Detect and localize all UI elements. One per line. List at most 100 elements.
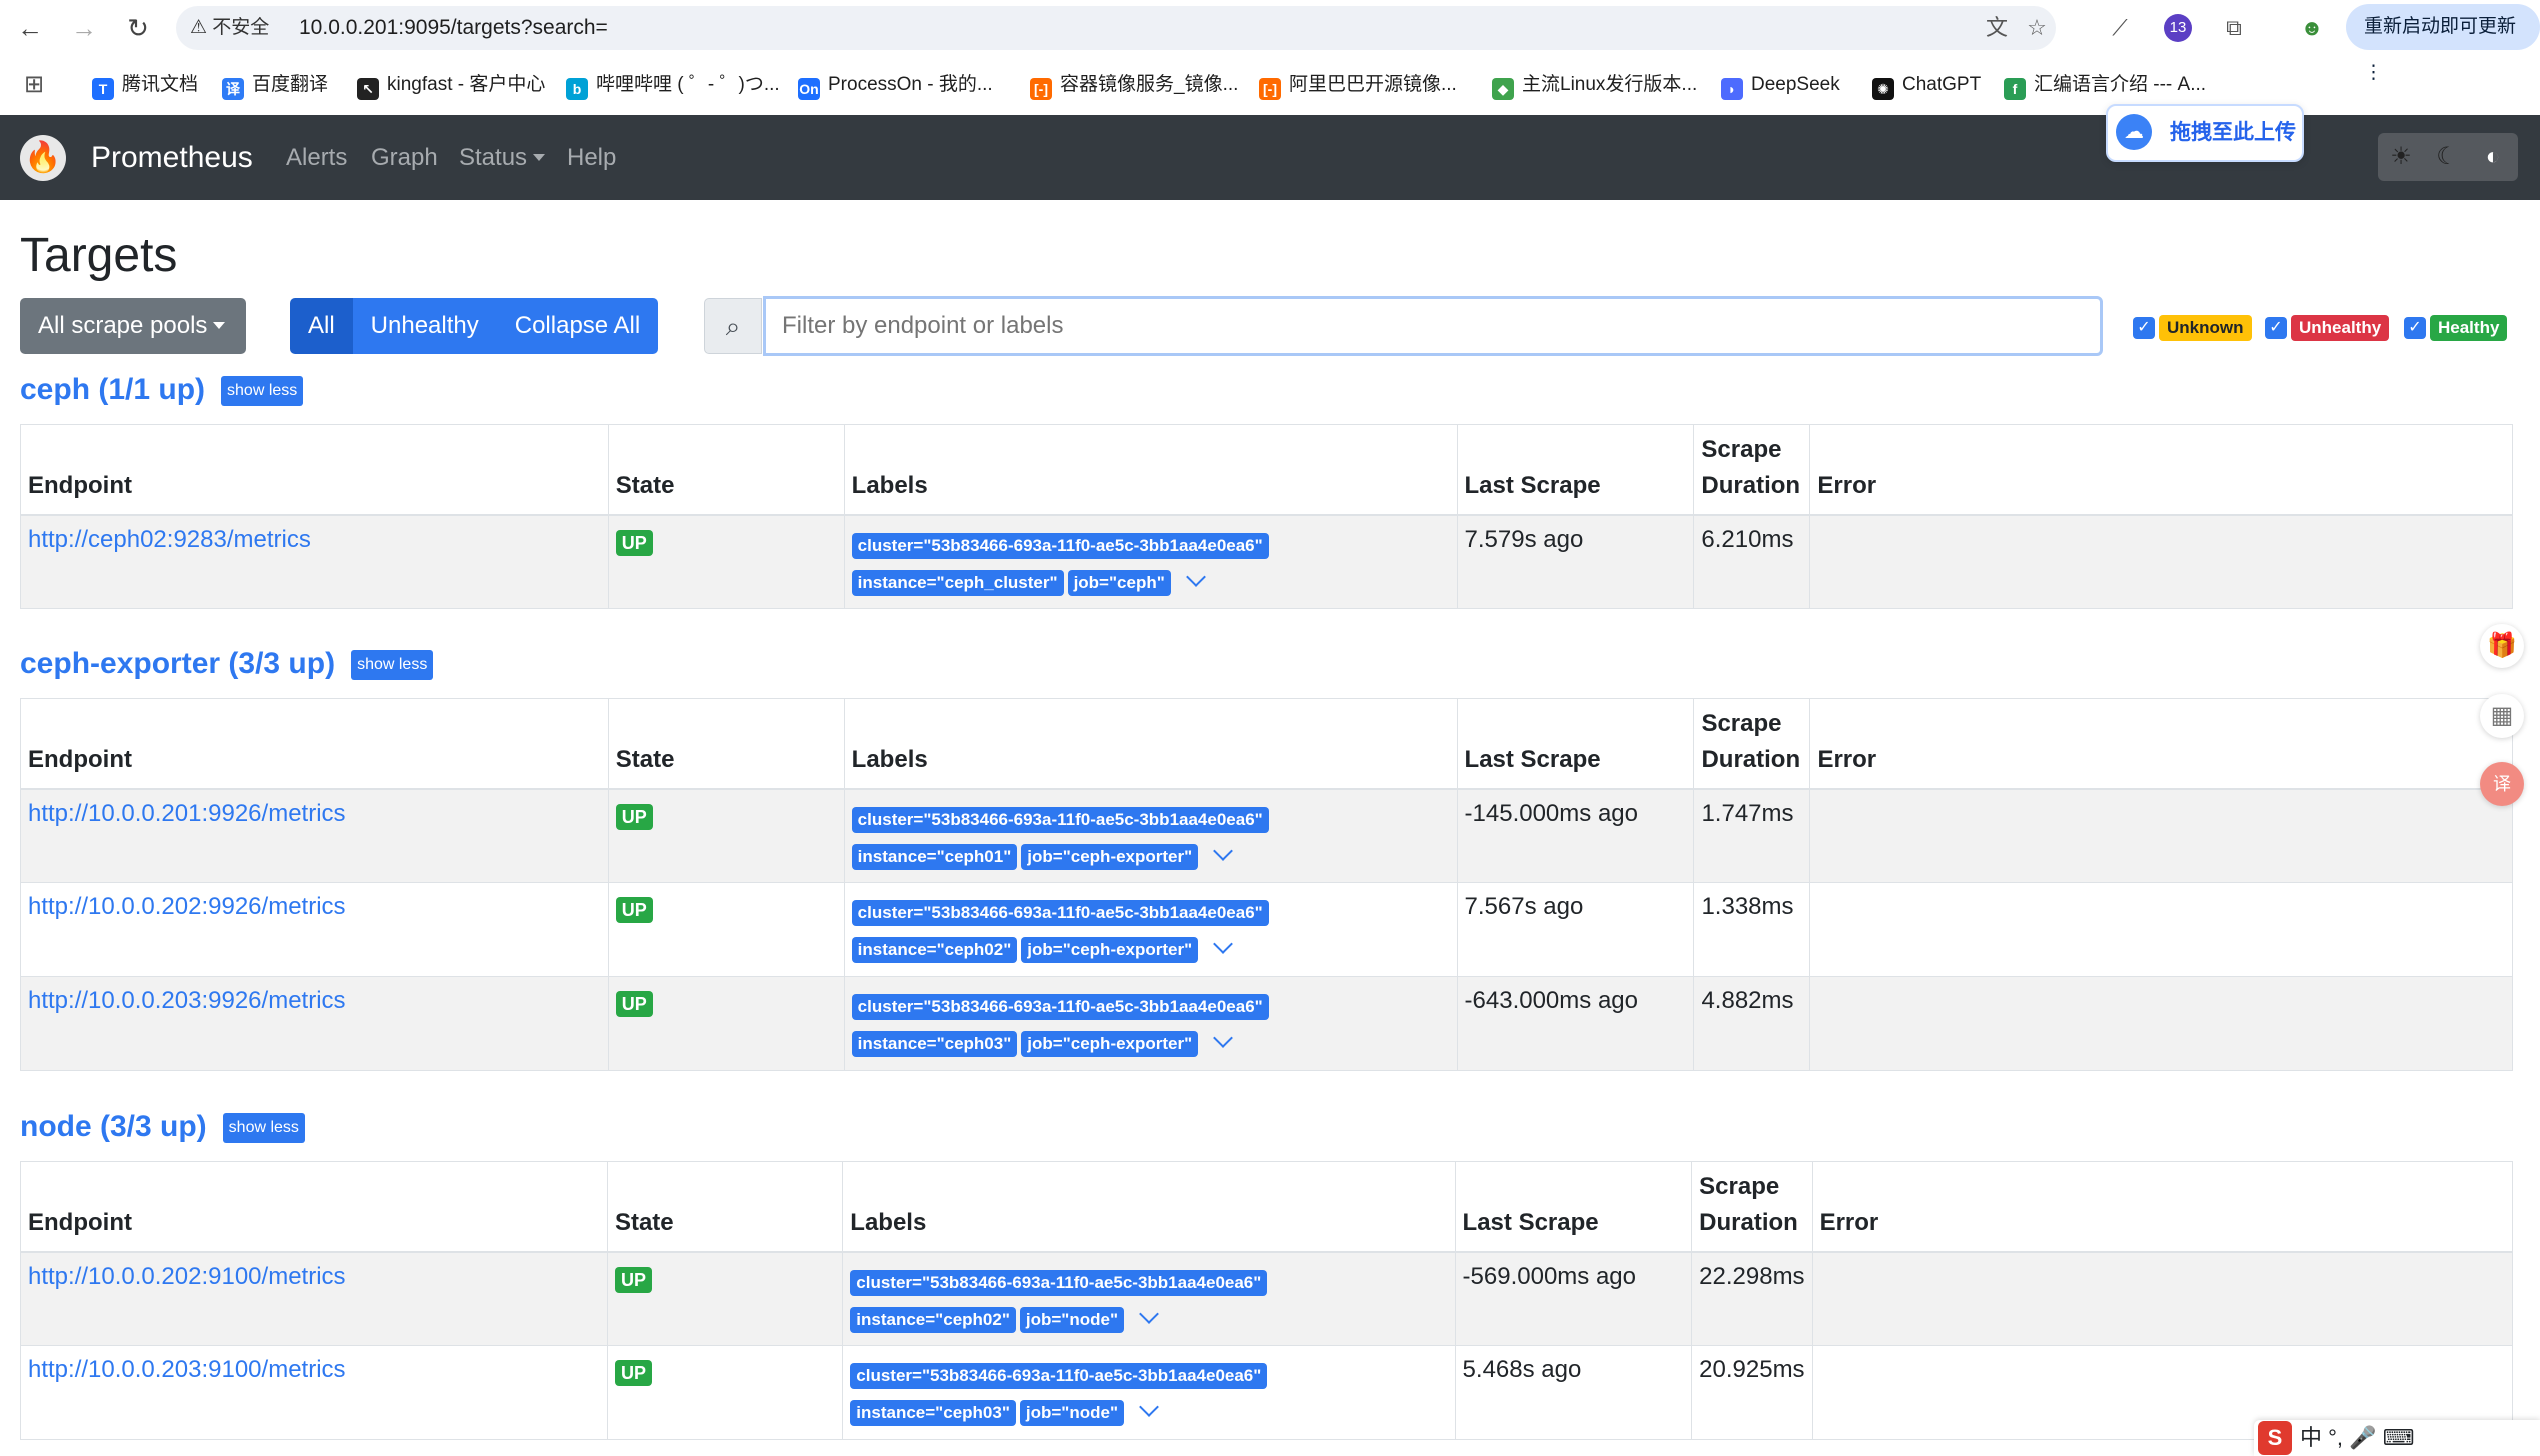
table-header-row: Endpoint State Labels Last Scrape Scrape Dur… <box>20 1161 2513 1253</box>
expand-labels-chevron-icon[interactable] <box>1213 934 1234 954</box>
apps-grid-icon[interactable]: ⊞ <box>24 70 44 100</box>
bookmark-item[interactable]: ◗ DeepSeek <box>1721 70 1840 100</box>
extension-icon[interactable]: ⟋ <box>2104 12 2136 44</box>
upload-drop-target[interactable]: ☁ 拖拽至此上传 <box>2106 104 2304 162</box>
ime-toolbar[interactable]: S 中 °, 🎤 ⌨ <box>2254 1420 2540 1456</box>
bookmark-favicon-icon: ↖ <box>357 78 379 100</box>
moon-icon[interactable]: ☾ <box>2424 133 2470 181</box>
bookmark-item[interactable]: ✺ ChatGPT <box>1872 70 1981 100</box>
labels-cell: cluster="53b83466-693a-11f0-ae5c-3bb1aa4… <box>842 1345 1456 1440</box>
bookmark-item[interactable]: On ProcessOn - 我的... <box>798 70 993 100</box>
bookmark-item[interactable]: 译百度翻译 <box>222 70 328 100</box>
back-icon[interactable]: ← <box>14 12 46 44</box>
label-badge: job="ceph" <box>1067 569 1171 596</box>
update-button[interactable]: 重新启动即可更新 ⋮ <box>2346 4 2540 83</box>
last-scrape-cell: -569.000ms ago <box>1454 1251 1692 1346</box>
bookmark-favicon-icon: [-] <box>1030 78 1052 100</box>
label-badge: instance="ceph_cluster" <box>851 569 1064 596</box>
endpoint-link[interactable]: http://10.0.0.203:9100/metrics <box>28 1356 346 1383</box>
endpoint-link[interactable]: http://ceph02:9283/metrics <box>28 526 311 553</box>
expand-labels-chevron-icon[interactable] <box>1139 1397 1159 1417</box>
security-warning[interactable]: ⚠ 不安全 <box>190 6 269 50</box>
error-cell <box>1809 882 2513 977</box>
endpoint-link[interactable]: http://10.0.0.202:9926/metrics <box>28 893 346 920</box>
translate-icon[interactable]: 文 <box>1982 13 2012 43</box>
table-header-row: Endpoint State Labels Last Scrape Scrape Dur… <box>20 698 2513 790</box>
nav-help[interactable]: Help <box>567 115 616 200</box>
contrast-icon[interactable]: ◐ <box>2470 133 2516 181</box>
label-badge: job="node" <box>1019 1306 1125 1333</box>
label-badge: cluster="53b83466-693a-11f0-ae5c-3bb1aa4… <box>851 994 1269 1020</box>
last-scrape-cell: -643.000ms ago <box>1456 976 1694 1071</box>
collapse-all-button[interactable]: Collapse All <box>496 298 659 354</box>
bookmark-item[interactable]: f 汇编语言介绍 --- A... <box>2004 70 2206 100</box>
column-header: Labels <box>843 698 1458 790</box>
endpoint-cell: http://10.0.0.202:9926/metrics <box>20 882 609 977</box>
pool-name-link[interactable]: node (3/3 up) <box>20 1110 207 1143</box>
endpoint-link[interactable]: http://10.0.0.202:9100/metrics <box>28 1263 346 1290</box>
scrape-duration-cell: 20.925ms <box>1691 1345 1813 1440</box>
bookmark-item[interactable]: b 哔哩哔哩 ( ゜- ゜)つ... <box>566 70 780 100</box>
extension-badge-icon[interactable]: 13 <box>2164 14 2192 42</box>
table-row: http://10.0.0.202:9926/metrics UP cluster=… <box>20 882 2513 977</box>
last-scrape-cell: 7.579s ago <box>1456 514 1694 609</box>
profile-avatar-icon[interactable]: ☻ <box>2296 12 2328 44</box>
show-less-button[interactable]: show less <box>221 376 304 407</box>
checkbox-checked-icon[interactable]: ✓ <box>2133 317 2155 339</box>
health-filter-healthy[interactable]: ✓ Healthy <box>2404 315 2508 343</box>
pool-name-link[interactable]: ceph (1/1 up) <box>20 373 205 406</box>
omnibox[interactable]: ⚠ 不安全 10.0.0.201:9095/targets?search= 文 … <box>176 6 2056 50</box>
endpoint-link[interactable]: http://10.0.0.201:9926/metrics <box>28 800 346 827</box>
pool-name-link[interactable]: ceph-exporter (3/3 up) <box>20 647 335 680</box>
extensions-puzzle-icon[interactable]: ⧉ <box>2218 12 2250 44</box>
checkbox-checked-icon[interactable]: ✓ <box>2404 317 2426 339</box>
bookmark-favicon-icon: 译 <box>222 78 244 100</box>
endpoint-cell: http://ceph02:9283/metrics <box>20 514 609 609</box>
bookmark-item[interactable]: T 腾讯文档 <box>92 70 198 100</box>
sun-icon[interactable]: ☀ <box>2378 133 2424 181</box>
bookmark-label: 百度翻译 <box>252 74 329 95</box>
expand-labels-chevron-icon[interactable] <box>1185 566 1206 587</box>
sogou-logo-icon: S <box>2258 1421 2292 1455</box>
translate-float-icon[interactable]: 译 <box>2480 762 2524 806</box>
url-text[interactable]: 10.0.0.201:9095/targets?search= <box>299 6 608 50</box>
expand-labels-chevron-icon[interactable] <box>1213 840 1234 861</box>
show-less-button[interactable]: show less <box>351 650 434 681</box>
filter-all-button[interactable]: All <box>290 298 353 354</box>
brand-name[interactable]: Prometheus <box>91 115 253 200</box>
scrape-duration-cell: 4.882ms <box>1693 976 1810 1071</box>
checkbox-checked-icon[interactable]: ✓ <box>2265 317 2287 339</box>
bookmark-item[interactable]: [-] 容器镜像服务_镜像... <box>1030 70 1238 100</box>
state-cell: UP <box>607 976 845 1071</box>
nav-alerts[interactable]: Alerts <box>286 115 347 200</box>
reload-icon[interactable]: ↻ <box>122 12 154 44</box>
cloud-upload-icon: ☁ <box>2116 114 2152 150</box>
nav-graph[interactable]: Graph <box>371 115 438 200</box>
health-filter-unknown[interactable]: ✓ Unknown <box>2133 315 2252 343</box>
bookmark-label: ProcessOn - 我的... <box>828 74 993 95</box>
bookmark-item[interactable]: [-] 阿里巴巴开源镜像... <box>1259 70 1457 100</box>
expand-labels-chevron-icon[interactable] <box>1139 1303 1159 1324</box>
gift-icon[interactable]: 🎁 <box>2480 624 2524 668</box>
show-less-button[interactable]: show less <box>222 1113 305 1144</box>
filter-unhealthy-button[interactable]: Unhealthy <box>352 298 497 354</box>
nav-status[interactable]: Status <box>459 115 546 200</box>
table-row: http://10.0.0.203:9100/metrics UP cluster=… <box>20 1345 2513 1440</box>
label-badge: cluster="53b83466-693a-11f0-ae5c-3bb1aa4… <box>851 532 1269 559</box>
expand-labels-chevron-icon[interactable] <box>1213 1028 1234 1048</box>
label-badge: job="ceph-exporter" <box>1021 937 1199 963</box>
bookmark-star-icon[interactable]: ☆ <box>2022 13 2052 43</box>
scrape-pools-dropdown[interactable]: All scrape pools <box>20 298 246 354</box>
bookmark-item[interactable]: ◆ 主流Linux发行版本... <box>1492 70 1697 100</box>
column-header: Scrape Duration <box>1691 1161 1813 1253</box>
health-filter-unhealthy[interactable]: ✓ Unhealthy <box>2265 315 2390 343</box>
prometheus-logo-icon[interactable]: 🔥 <box>20 135 66 181</box>
table-row: http://ceph02:9283/metrics UP cluster="53b… <box>20 514 2513 609</box>
bookmark-item[interactable]: ↖ kingfast - 客户中心 <box>357 70 545 100</box>
endpoint-link[interactable]: http://10.0.0.203:9926/metrics <box>28 987 346 1014</box>
filter-input[interactable] <box>763 296 2103 356</box>
column-header: Scrape Duration <box>1693 424 1810 516</box>
column-header: State <box>607 424 845 516</box>
qr-code-icon[interactable]: ▦ <box>2480 694 2524 738</box>
forward-icon[interactable]: → <box>68 12 100 44</box>
